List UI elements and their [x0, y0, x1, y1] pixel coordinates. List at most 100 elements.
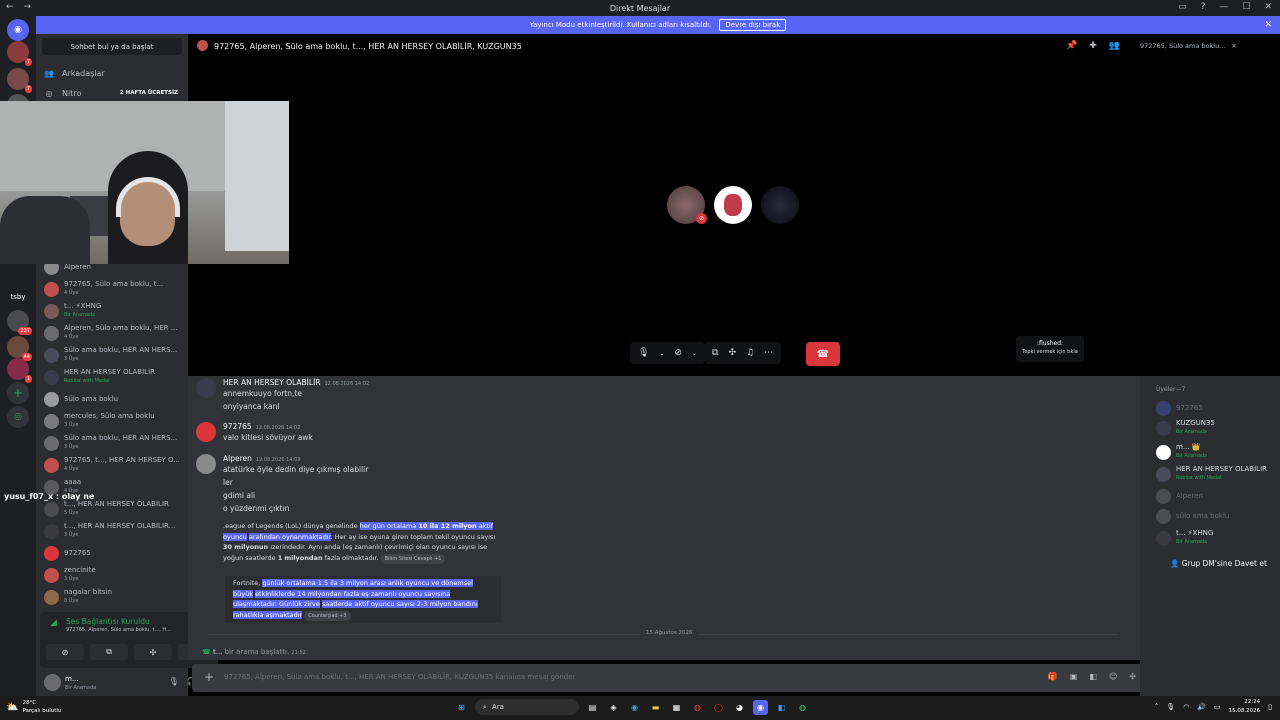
server-icon[interactable]: 44 — [7, 336, 32, 361]
member-item[interactable]: HER AN HERSEY OLABİLİR Roblox with Medal — [1156, 464, 1276, 484]
leave-call-button[interactable]: ☎ — [806, 342, 840, 366]
avatar[interactable] — [196, 422, 216, 442]
message-author[interactable]: HER AN HERSEY OLABİLİR — [223, 378, 321, 387]
dm-item[interactable]: t..., HER AN HERSEY OLABİLİR 5 Üye — [44, 498, 186, 520]
help-icon[interactable]: ? — [1201, 2, 1206, 12]
add-friends-icon[interactable]: ✚ — [1089, 41, 1097, 51]
server-icon[interactable]: 237 — [7, 310, 32, 335]
friends-item[interactable]: 👥 Arkadaşlar — [44, 65, 182, 81]
file-explorer-icon[interactable]: ▬ — [648, 700, 663, 715]
pin-icon[interactable]: 📌 — [1066, 41, 1077, 51]
voice-channel[interactable]: 972765, Alperen, Sülo ama boklu, t..., H… — [66, 627, 171, 633]
message-author[interactable]: Alperen — [223, 454, 252, 463]
member-item[interactable]: KUZGUN35 Bir Aramada — [1156, 418, 1276, 438]
camera-off-button[interactable]: ⊘ — [46, 644, 84, 660]
start-icon[interactable]: ⊞ — [454, 700, 469, 715]
store-icon[interactable]: ▦ — [669, 700, 684, 715]
server-icon[interactable]: 1 — [7, 358, 32, 383]
maximize-button[interactable]: ☐ — [1242, 2, 1250, 12]
back-arrow-icon[interactable]: ← — [6, 2, 14, 12]
member-item[interactable]: sülo ama boklu — [1156, 506, 1276, 526]
dm-item[interactable]: Sülo ama boklu, HER AN HERS... 3 Üye — [44, 432, 186, 454]
steam-icon[interactable]: ◕ — [732, 700, 747, 715]
volume-icon[interactable]: 🔊 — [1197, 703, 1206, 711]
chevron-down-icon[interactable]: ⌄ — [659, 350, 664, 357]
server-icon[interactable]: 7 — [7, 68, 32, 93]
edge-icon[interactable]: ◉ — [627, 700, 642, 715]
citation-chip[interactable]: Counterpad +3 — [304, 610, 351, 621]
participant-avatar[interactable] — [714, 186, 752, 224]
dm-item[interactable]: HER AN HERSEY OLABİLİR Roblox with Medal — [44, 366, 186, 388]
mic-icon[interactable]: 🎙 — [1166, 703, 1175, 711]
dm-item[interactable]: Alperen, Sülo ama boklu, HER ... 4 Üye — [44, 322, 186, 344]
message-input[interactable]: + 972765, Alperen, Sülo ama boklu, t...,… — [192, 664, 1144, 692]
battery-icon[interactable]: ▭ — [1214, 703, 1221, 711]
gif-icon[interactable]: ▣ — [1070, 672, 1078, 681]
weather-widget[interactable]: ⛅ 28°C Parçalı bulutlu — [6, 699, 61, 715]
member-item[interactable]: 972765 — [1156, 398, 1276, 418]
member-list-icon[interactable]: 👥 — [1109, 41, 1120, 51]
close-button[interactable]: ✕ — [1264, 2, 1272, 12]
clock[interactable]: 22:24 15.08.2026 — [1229, 698, 1261, 716]
inbox-icon[interactable]: ▭ — [1178, 2, 1187, 12]
camera-off-icon[interactable]: ⊘ — [674, 348, 682, 358]
apps-icon[interactable]: ✣ — [1129, 672, 1136, 681]
home-button[interactable]: ◉ — [7, 19, 29, 41]
forward-arrow-icon[interactable]: → — [24, 2, 32, 12]
share-screen-button[interactable]: ⧉ — [90, 644, 128, 660]
member-item[interactable]: m... 👑 Bir Aramada — [1156, 442, 1276, 462]
activities-icon[interactable]: ✣ — [728, 348, 736, 358]
header-search-input[interactable]: 972765, Sülo ama boklu... ✕ — [1140, 42, 1270, 50]
member-item[interactable]: Alperen — [1156, 486, 1276, 506]
dm-item[interactable]: t..., HER AN HERSEY OLABİLİR... 3 Üye — [44, 520, 186, 542]
copilot-icon[interactable]: ◈ — [606, 700, 621, 715]
invite-button[interactable]: 👤 Grup DM'sine Davet et — [1170, 559, 1267, 568]
emoji-icon[interactable]: ☺ — [1109, 672, 1117, 681]
disable-streamer-mode-button[interactable]: Devre dışı bırak — [719, 19, 787, 31]
whatsapp-icon[interactable]: ◍ — [795, 700, 810, 715]
dm-search-input[interactable]: Sohbet bul ya da başlat — [42, 38, 182, 55]
discord-taskbar-icon[interactable]: ◉ — [753, 699, 768, 715]
dm-item[interactable]: mercules, Sülo ama boklu 3 Üye — [44, 410, 186, 432]
nitro-item[interactable]: ◎ Nitro 2 HAFTA ÜCRETSİZ — [44, 85, 182, 101]
dm-item[interactable]: 972765, Sülo ama boklu, t... 4 Üye — [44, 278, 186, 300]
server-tsby[interactable]: tsby — [7, 286, 29, 308]
participant-avatar[interactable] — [761, 186, 799, 224]
dm-item[interactable]: Sülo ama boklu — [44, 388, 186, 410]
notification-icon[interactable]: ▯ — [1268, 703, 1272, 711]
chrome-icon[interactable]: ◍ — [690, 700, 705, 715]
add-server-icon[interactable]: + — [7, 382, 29, 404]
minimize-button[interactable]: — — [1219, 2, 1228, 12]
task-view-icon[interactable]: ▤ — [585, 700, 600, 715]
message-author[interactable]: 972765 — [223, 422, 252, 431]
taskbar-search[interactable]: ⌕ Ara — [475, 699, 579, 715]
clear-search-icon[interactable]: ✕ — [1231, 42, 1236, 50]
sticker-icon[interactable]: ◧ — [1089, 672, 1097, 681]
dm-item[interactable]: zencinite 3 Üye — [44, 564, 186, 586]
close-banner-icon[interactable]: ✕ — [1264, 20, 1272, 30]
vscode-icon[interactable]: ◧ — [774, 700, 789, 715]
share-screen-icon[interactable]: ⧉ — [712, 348, 718, 358]
avatar[interactable] — [44, 674, 61, 691]
system-user[interactable]: t... — [213, 648, 222, 656]
dm-item[interactable]: t... ⚡XHNG Bir Aramada — [44, 300, 186, 322]
gift-icon[interactable]: 🎁 — [1048, 672, 1058, 681]
citation-chip[interactable]: Bilim Sitesi Cevaplı +1 — [380, 553, 446, 564]
mic-icon[interactable]: 🎙 — [169, 677, 179, 686]
add-attachment-icon[interactable]: + — [204, 670, 214, 684]
soundboard-icon[interactable]: ♫ — [746, 348, 754, 358]
dm-item[interactable]: Sülo ama boklu, HER AN HERS... 3 Üye — [44, 344, 186, 366]
chevron-down-icon[interactable]: ⌄ — [692, 350, 697, 357]
dm-item[interactable]: 972765, t..., HER AN HERSEY O... 4 Üye — [44, 454, 186, 476]
more-options-icon[interactable]: ⋯ — [764, 348, 773, 358]
discover-icon[interactable]: ◎ — [7, 406, 29, 428]
avatar[interactable] — [196, 454, 216, 474]
server-icon[interactable]: 7 — [7, 41, 32, 66]
avatar[interactable] — [196, 378, 216, 398]
dm-item[interactable]: nagalar bitsin 8 Üye — [44, 586, 186, 608]
mic-icon[interactable]: 🎙 — [638, 348, 649, 358]
activities-button[interactable]: ✣ — [134, 644, 172, 660]
dm-item[interactable]: 972765 — [44, 542, 186, 564]
participant-avatar[interactable]: ⊘ — [667, 186, 707, 224]
wifi-icon[interactable]: ◠ — [1183, 703, 1189, 711]
